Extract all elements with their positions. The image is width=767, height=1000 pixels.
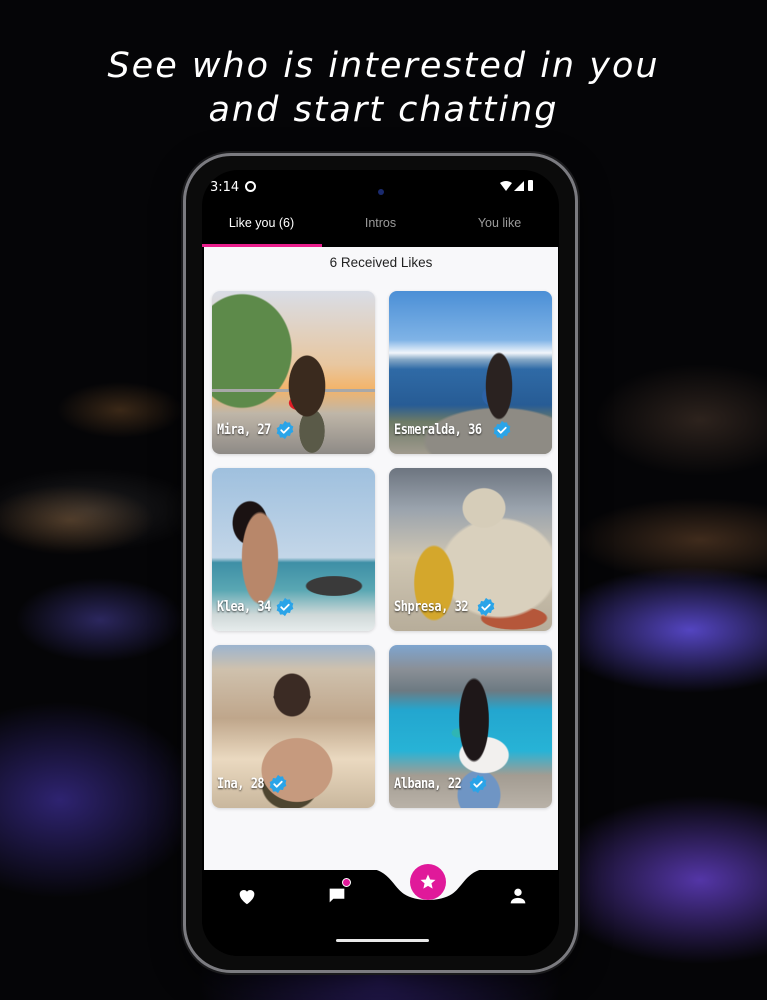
likes-content: 6 Received Likes Mira, 27 Esmeralda, 36 bbox=[204, 247, 558, 870]
heart-icon[interactable] bbox=[236, 885, 258, 907]
profile-grid: Mira, 27 Esmeralda, 36 Klea, 34 Shpresa,… bbox=[212, 291, 552, 808]
profile-label: Shpresa, 32 bbox=[394, 597, 496, 617]
tab-intros[interactable]: Intros bbox=[321, 208, 440, 246]
tab-bar: Like you (6) Intros You like bbox=[202, 208, 559, 246]
profile-name: Shpresa, 32 bbox=[394, 599, 469, 615]
battery-icon bbox=[528, 180, 533, 191]
headline-line-1: See who is interested in you bbox=[107, 46, 660, 86]
tab-like-you[interactable]: Like you (6) bbox=[202, 208, 321, 246]
status-time: 3:14 bbox=[210, 180, 240, 195]
wifi-icon bbox=[500, 181, 512, 191]
verified-badge-icon bbox=[277, 597, 294, 617]
profile-label: Mira, 27 bbox=[217, 420, 295, 440]
headline-line-2: and start chatting bbox=[208, 90, 559, 130]
section-title: 6 Received Likes bbox=[329, 255, 433, 270]
profile-card[interactable]: Ina, 28 bbox=[212, 645, 375, 808]
profile-card[interactable]: Esmeralda, 36 bbox=[389, 291, 552, 454]
profile-name: Albana, 22 bbox=[394, 776, 462, 792]
profile-card[interactable]: Mira, 27 bbox=[212, 291, 375, 454]
app-notification-icon bbox=[245, 181, 256, 192]
profile-name: Esmeralda, 36 bbox=[394, 422, 482, 438]
verified-badge-icon bbox=[277, 420, 294, 440]
person-icon[interactable] bbox=[507, 885, 529, 907]
profile-label: Ina, 28 bbox=[217, 774, 288, 794]
profile-card[interactable]: Albana, 22 bbox=[389, 645, 552, 808]
tab-you-like[interactable]: You like bbox=[440, 208, 559, 246]
chat-icon[interactable] bbox=[326, 885, 348, 907]
profile-name: Ina, 28 bbox=[217, 776, 265, 792]
signal-icon bbox=[514, 181, 524, 191]
promo-headline: See who is interested in you and start c… bbox=[0, 44, 767, 132]
star-icon bbox=[420, 874, 436, 889]
front-camera bbox=[378, 189, 384, 195]
verified-badge-icon bbox=[269, 774, 286, 794]
profile-label: Klea, 34 bbox=[217, 597, 295, 617]
bottom-navigation bbox=[202, 864, 559, 956]
profile-card[interactable]: Klea, 34 bbox=[212, 468, 375, 631]
profile-name: Mira, 27 bbox=[217, 422, 271, 438]
verified-badge-icon bbox=[469, 774, 487, 794]
featured-star-button[interactable] bbox=[410, 864, 446, 900]
profile-card[interactable]: Shpresa, 32 bbox=[389, 468, 552, 631]
verified-badge-icon bbox=[493, 420, 511, 440]
profile-name: Klea, 34 bbox=[217, 599, 271, 615]
profile-label: Albana, 22 bbox=[394, 774, 488, 794]
profile-label: Esmeralda, 36 bbox=[394, 420, 512, 440]
chat-notification-badge bbox=[342, 878, 351, 887]
status-bar: 3:14 bbox=[202, 170, 559, 204]
phone-screen: 3:14 Like you (6) Intros You like 6 Rece… bbox=[202, 170, 559, 956]
phone-frame: 3:14 Like you (6) Intros You like 6 Rece… bbox=[183, 153, 578, 973]
verified-badge-icon bbox=[477, 597, 495, 617]
home-indicator[interactable] bbox=[336, 939, 429, 942]
